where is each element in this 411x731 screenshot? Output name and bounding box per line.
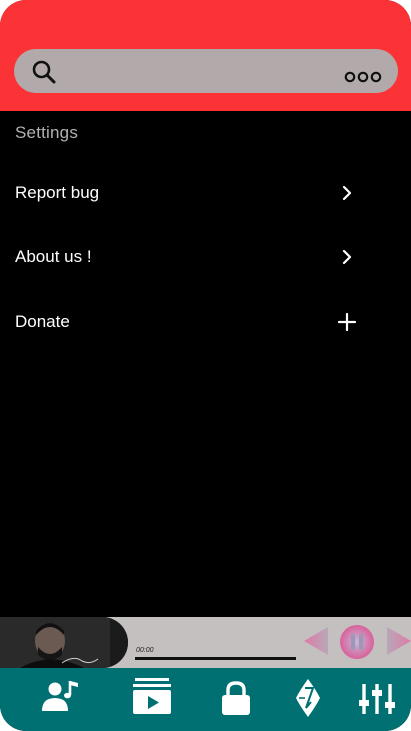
- previous-track-icon[interactable]: [302, 625, 330, 657]
- app-screen: Settings Report bug About us ! Donate 00…: [0, 0, 411, 731]
- menu-item-about-us[interactable]: About us !: [0, 235, 411, 279]
- menu-item-donate[interactable]: Donate: [0, 300, 411, 344]
- music-brand-icon: [296, 679, 320, 717]
- menu-item-label: Report bug: [15, 183, 100, 202]
- progress-track[interactable]: [135, 657, 296, 660]
- bottom-nav: [0, 668, 411, 731]
- nav-videos[interactable]: [130, 676, 174, 720]
- lock-icon: [222, 681, 250, 715]
- next-track-icon[interactable]: [385, 625, 411, 657]
- menu-item-label: Donate: [15, 312, 70, 331]
- search-bar[interactable]: [14, 49, 398, 93]
- artist-photo: [0, 617, 128, 668]
- nav-equalizer[interactable]: [356, 676, 400, 720]
- chevron-right-icon: [342, 185, 352, 201]
- pause-icon[interactable]: [339, 624, 375, 660]
- album-art[interactable]: [0, 617, 128, 668]
- time-label: 00:00: [136, 647, 154, 654]
- equalizer-icon: [359, 684, 395, 714]
- artists-icon: [42, 681, 78, 711]
- search-icon[interactable]: [31, 59, 57, 85]
- videos-icon: [133, 678, 171, 714]
- more-options-icon[interactable]: [344, 71, 382, 83]
- plus-icon: [337, 312, 357, 332]
- nav-artists[interactable]: [39, 676, 83, 720]
- nav-music-brand[interactable]: [286, 676, 330, 720]
- mini-player[interactable]: 00:00: [0, 617, 411, 668]
- chevron-right-icon: [342, 249, 352, 265]
- nav-lock[interactable]: [214, 676, 258, 720]
- header: [0, 0, 411, 111]
- menu-item-report-bug[interactable]: Report bug: [0, 171, 411, 215]
- menu-item-label: About us !: [15, 247, 92, 266]
- settings-section-label: Settings: [15, 123, 79, 142]
